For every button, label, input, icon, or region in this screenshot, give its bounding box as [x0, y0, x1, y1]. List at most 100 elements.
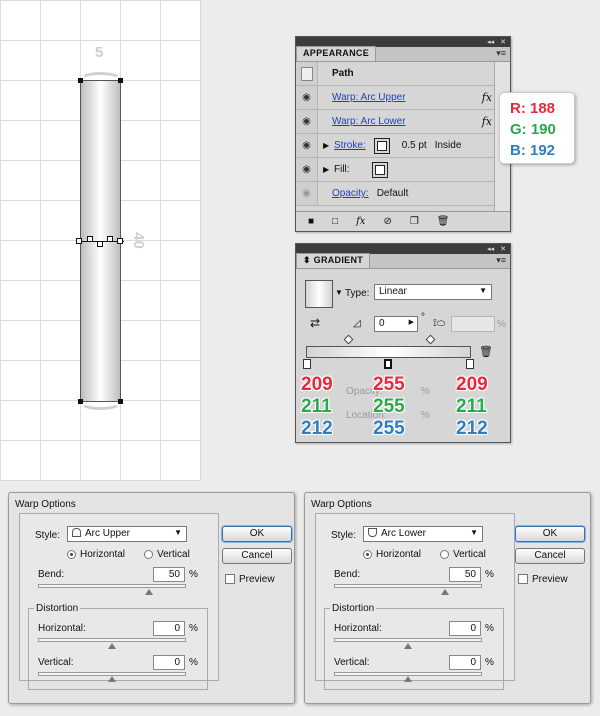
appearance-row-warp-lower[interactable]: ◉ Warp: Arc Lower fx [296, 110, 510, 134]
bend-label: Bend: [334, 569, 361, 580]
selection-handle[interactable] [76, 238, 82, 244]
anchor-point[interactable] [78, 78, 83, 83]
tab-appearance[interactable]: APPEARANCE [296, 46, 377, 61]
bend-input[interactable]: 50 [153, 567, 185, 582]
gradient-preview-swatch[interactable] [305, 280, 333, 308]
anchor-point[interactable] [78, 399, 83, 404]
expand-triangle-icon[interactable]: ▶ [323, 141, 329, 150]
eye-visibility-icon[interactable]: ◉ [302, 116, 311, 127]
chevron-down-icon: ▼ [470, 528, 478, 537]
bend-label: Bend: [38, 569, 65, 580]
bend-slider-thumb[interactable] [441, 589, 449, 595]
preview-checkbox[interactable] [518, 574, 528, 584]
selection-handle[interactable] [87, 236, 93, 242]
distortion-horizontal-thumb[interactable] [108, 643, 116, 649]
appearance-footer-toolbar: ■ □ fx ⊘ ❐ 🗑 [296, 211, 510, 231]
bend-slider-thumb[interactable] [145, 589, 153, 595]
distortion-vertical-input[interactable]: 0 [449, 655, 481, 670]
distortion-horizontal-percent: % [485, 623, 494, 634]
stroke-swatch[interactable] [373, 137, 390, 154]
horizontal-radio[interactable] [363, 550, 372, 559]
distortion-horizontal-input[interactable]: 0 [449, 621, 481, 636]
angle-icon: ◿ [353, 318, 361, 329]
distortion-vertical-thumb[interactable] [108, 676, 116, 682]
warp-upper-link[interactable]: Warp: Arc Upper [332, 92, 406, 103]
appearance-row-stroke[interactable]: ◉ ▶ Stroke: 0.5 pt Inside [296, 134, 510, 158]
stop-left-g: 211 [301, 396, 332, 417]
trash-icon[interactable]: 🗑 [479, 345, 493, 358]
add-stroke-icon[interactable]: ■ [308, 216, 314, 227]
lower-arc-guide [80, 396, 121, 410]
tab-gradient[interactable]: ⬍ GRADIENT [296, 253, 371, 268]
appearance-row-path[interactable]: Path [296, 62, 510, 86]
panel-menu-icon[interactable]: ▾≡ [496, 255, 510, 268]
close-icon[interactable]: ✕ [500, 245, 506, 253]
appearance-row-opacity[interactable]: ◉ Opacity: Default [296, 182, 510, 206]
eye-visibility-icon[interactable]: ◉ [302, 140, 311, 151]
midpoint-diamond[interactable] [425, 334, 436, 345]
eye-visibility-icon[interactable]: ◉ [302, 188, 311, 199]
style-select[interactable]: Arc Upper ▼ [67, 526, 187, 542]
selection-handle[interactable] [97, 241, 103, 247]
clear-appearance-icon[interactable]: ⊘ [383, 216, 391, 227]
chevron-down-icon: ▼ [479, 286, 487, 295]
artboard-canvas[interactable]: 5 40 [0, 0, 201, 481]
distortion-vertical-thumb[interactable] [404, 676, 412, 682]
type-select[interactable]: Linear ▼ [374, 284, 492, 300]
appearance-row-warp-upper[interactable]: ◉ Warp: Arc Upper fx [296, 86, 510, 110]
collapse-icon[interactable]: ◂◂ [487, 38, 494, 46]
eye-visibility-icon[interactable]: ◉ [302, 92, 311, 103]
angle-input[interactable]: 0 ▶ [374, 316, 418, 332]
add-fill-icon[interactable]: □ [332, 216, 338, 227]
selection-handle[interactable] [117, 238, 123, 244]
bend-input[interactable]: 50 [449, 567, 481, 582]
gradient-panel: ◂◂ ✕ ⬍ GRADIENT ▾≡ ▼ Type: Linear ▼ ⇄ ◿ 0… [295, 243, 511, 443]
distortion-horizontal-slider[interactable] [334, 638, 482, 642]
stroke-link[interactable]: Stroke: [334, 140, 366, 151]
gradient-stop-right[interactable] [466, 359, 474, 369]
midpoint-diamond[interactable] [343, 334, 354, 345]
location-percent-faint: % [421, 410, 430, 421]
distortion-horizontal-slider[interactable] [38, 638, 186, 642]
fx-menu-icon[interactable]: fx [356, 216, 365, 227]
appearance-row-fill[interactable]: ◉ ▶ Fill: [296, 158, 510, 182]
distortion-horizontal-percent: % [189, 623, 198, 634]
vertical-radio[interactable] [440, 550, 449, 559]
eye-visibility-icon[interactable]: ◉ [302, 164, 311, 175]
close-icon[interactable]: ✕ [500, 38, 506, 46]
trash-icon[interactable]: 🗑 [437, 216, 450, 227]
distortion-vertical-input[interactable]: 0 [153, 655, 185, 670]
horizontal-radio[interactable] [67, 550, 76, 559]
distortion-vertical-label: Vertical: [38, 657, 74, 668]
gradient-stop-middle[interactable] [384, 359, 392, 369]
distortion-horizontal-input[interactable]: 0 [153, 621, 185, 636]
bend-slider[interactable] [38, 584, 186, 588]
bend-percent: % [189, 569, 198, 580]
cancel-button[interactable]: Cancel [515, 548, 585, 564]
cancel-button[interactable]: Cancel [222, 548, 292, 564]
gradient-slider-bar[interactable] [306, 346, 471, 358]
gradient-tab-label: GRADIENT [313, 255, 364, 265]
preview-checkbox[interactable] [225, 574, 235, 584]
anchor-point[interactable] [118, 399, 123, 404]
ok-button[interactable]: OK [222, 526, 292, 542]
opacity-link[interactable]: Opacity: [332, 188, 369, 199]
anchor-point[interactable] [118, 78, 123, 83]
distortion-horizontal-thumb[interactable] [404, 643, 412, 649]
panel-menu-icon[interactable]: ▾≡ [496, 48, 510, 61]
collapse-icon[interactable]: ◂◂ [487, 245, 494, 253]
chevron-down-icon[interactable]: ▼ [335, 288, 343, 297]
ok-button[interactable]: OK [515, 526, 585, 542]
bend-slider[interactable] [334, 584, 482, 588]
selection-handle[interactable] [107, 236, 113, 242]
path-thumbnail-icon [300, 66, 313, 81]
warp-lower-link[interactable]: Warp: Arc Lower [332, 116, 406, 127]
expand-triangle-icon[interactable]: ▶ [323, 165, 329, 174]
fill-swatch[interactable] [371, 161, 388, 178]
style-select[interactable]: Arc Lower ▼ [363, 526, 483, 542]
duplicate-item-icon[interactable]: ❐ [410, 216, 419, 227]
reverse-gradient-icon[interactable]: ⇄ [310, 316, 320, 330]
chevron-right-icon[interactable]: ▶ [409, 318, 414, 326]
gradient-stop-left[interactable] [303, 359, 311, 369]
vertical-radio[interactable] [144, 550, 153, 559]
